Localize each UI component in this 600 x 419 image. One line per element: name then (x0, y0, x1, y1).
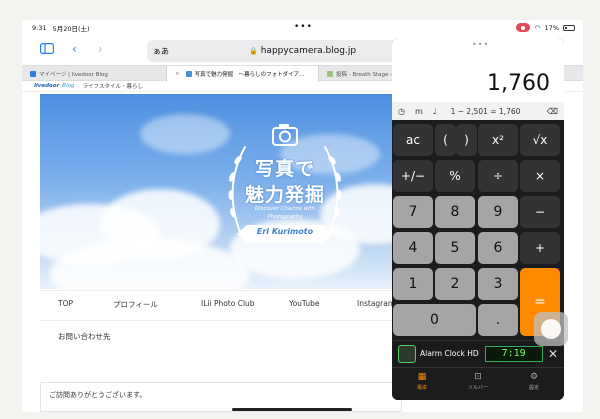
nav-contact[interactable]: お問い合わせ先 (58, 331, 111, 342)
backspace-icon[interactable]: ⌫ (547, 107, 558, 116)
status-right: ◠ 17% (516, 23, 575, 32)
assistive-touch-button[interactable] (534, 312, 568, 346)
slideover-grabber-icon[interactable]: ••• (472, 40, 489, 49)
screen-frame: 9:31 5月20日(土) ••• ◠ 17% ‹ › ぁあ 🔒 happyca… (0, 0, 600, 419)
calc-tab-bar: ▦ 電卓 ⊡ ソルバー ⚙ 設定 (392, 367, 564, 400)
calc-display: 1,760 (487, 71, 550, 96)
ad-clock: 7:19 (484, 345, 543, 362)
favicon-icon (185, 71, 192, 77)
calc-keypad: ac ( ) x² √x +/− % ÷ × 7 8 9 − 4 5 6 + 1… (392, 122, 564, 340)
nav-top[interactable]: TOP (58, 299, 113, 310)
hero-title-line2: 魅力発掘 (244, 184, 325, 206)
key-9[interactable]: 9 (478, 196, 518, 228)
key-sqrt[interactable]: √x (520, 124, 560, 156)
blog-logo-emblem: 写真で 魅力発掘 Discover Charms with Photograph… (205, 122, 365, 272)
key-minus[interactable]: − (520, 196, 560, 228)
address-bar[interactable]: ぁあ 🔒 happycamera.blog.jp (147, 40, 422, 62)
sidebar-icon[interactable] (40, 43, 55, 56)
calc-display-area: ••• 1,760 (392, 38, 564, 102)
home-indicator[interactable] (232, 408, 352, 411)
livedoor-logo[interactable]: livedoor (34, 83, 59, 89)
key-4[interactable]: 4 (393, 232, 433, 264)
history-expression: 1 − 2,501 = 1,760 (450, 106, 521, 116)
solver-icon: ⊡ (474, 372, 482, 382)
key-square[interactable]: x² (478, 124, 518, 156)
alarm-clock-app-icon (398, 344, 416, 363)
wifi-icon: ◠ (534, 23, 541, 32)
key-3[interactable]: 3 (478, 268, 518, 300)
key-divide[interactable]: ÷ (478, 160, 518, 192)
memory-button[interactable]: m (415, 107, 423, 116)
favicon-icon (30, 71, 36, 77)
calc-history-bar: ◷ m ♩ 1 − 2,501 = 1,760 ⌫ (392, 102, 564, 120)
gear-icon: ⚙ (529, 372, 539, 382)
calculator-slideover: ••• 1,760 ◷ m ♩ 1 − 2,501 = 1,760 ⌫ ac (… (392, 38, 564, 400)
tab-settings[interactable]: ⚙ 設定 (514, 372, 554, 391)
key-plus[interactable]: + (520, 232, 560, 264)
nav-profile[interactable]: プロフィール (113, 299, 201, 310)
key-1[interactable]: 1 (393, 268, 433, 300)
key-percent[interactable]: % (435, 160, 475, 192)
blog-logo[interactable]: Blog (62, 83, 74, 89)
key-5[interactable]: 5 (435, 232, 475, 264)
tab-calculator[interactable]: ▦ 電卓 (402, 372, 442, 391)
nav-divider (40, 320, 400, 321)
hero-subtitle-2: Photography (267, 214, 303, 220)
key-plus-minus[interactable]: +/− (393, 160, 433, 192)
nav-youtube[interactable]: YouTube (289, 299, 357, 310)
hero-author-ribbon: Eri Kurimoto (256, 227, 314, 236)
key-6[interactable]: 6 (478, 232, 518, 264)
multitasking-dots-icon[interactable]: ••• (294, 22, 313, 32)
tab-close-icon[interactable]: × (175, 71, 180, 77)
key-open-paren[interactable]: ( (435, 124, 456, 156)
ad-title: Alarm Clock HD (420, 349, 479, 358)
tab-happycamera[interactable]: × 写真で魅力発掘 〜暮らしのフォトダイア… (167, 66, 319, 82)
nav-row: TOP プロフィール ILii Photo Club YouTube Insta… (58, 299, 405, 310)
calculator-icon: ▦ (417, 372, 427, 382)
hero-title-line1: 写真で (254, 158, 315, 180)
key-8[interactable]: 8 (435, 196, 475, 228)
status-date: 5月20日(土) (52, 25, 90, 33)
ad-close-icon[interactable]: ✕ (548, 347, 558, 361)
tab-livedoor-mypage[interactable]: マイページ | livedoor Blog (22, 66, 167, 82)
camera-icon (272, 124, 298, 146)
battery-icon (563, 24, 575, 31)
microphone-icon[interactable]: ♩ (433, 107, 437, 116)
tab-solver[interactable]: ⊡ ソルバー (458, 372, 498, 391)
blog-category[interactable]: ライフスタイル・暮らし (82, 82, 143, 90)
blog-header-image[interactable]: 写真で 魅力発掘 Discover Charms with Photograph… (40, 94, 400, 289)
reader-aa-button[interactable]: ぁあ (153, 46, 169, 57)
lock-icon: 🔒 (249, 47, 258, 55)
key-multiply[interactable]: × (520, 160, 560, 192)
favicon-icon (327, 71, 333, 77)
screen-recording-icon[interactable] (516, 23, 531, 32)
battery-percent: 17% (544, 23, 559, 32)
key-close-paren[interactable]: ) (456, 124, 477, 156)
url-text: happycamera.blog.jp (260, 46, 357, 56)
key-2[interactable]: 2 (435, 268, 475, 300)
history-clock-icon[interactable]: ◷ (398, 107, 405, 116)
key-decimal[interactable]: . (478, 304, 518, 336)
key-ac[interactable]: ac (393, 124, 433, 156)
back-icon[interactable]: ‹ (72, 43, 77, 55)
key-7[interactable]: 7 (393, 196, 433, 228)
nav-photo-club[interactable]: ILii Photo Club (201, 299, 289, 310)
hero-subtitle-1: Discover Charms with (254, 206, 316, 212)
key-0[interactable]: 0 (393, 304, 476, 336)
forward-icon[interactable]: › (98, 43, 103, 55)
status-bar: 9:31 5月20日(土) ••• ◠ 17% (22, 20, 583, 36)
status-time: 9:31 (32, 24, 47, 32)
